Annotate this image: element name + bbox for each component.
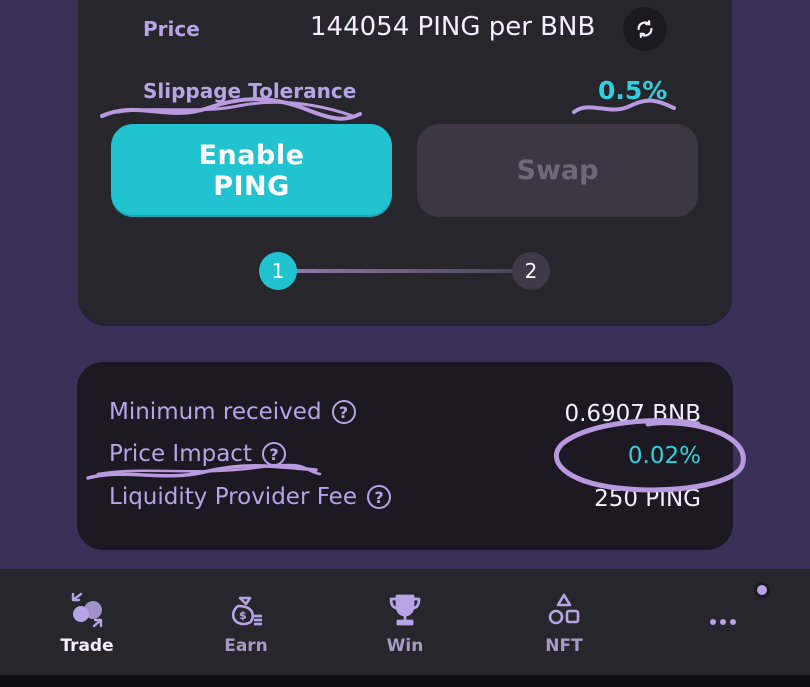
step-1-indicator: 1 [259,252,297,290]
more-icon [703,602,743,642]
scribble-underline-slippage-value [572,98,676,114]
lp-fee-row: Liquidity Provider Fee ? [109,484,391,510]
nav-nft-label: NFT [545,636,583,656]
bottom-strip [0,675,810,687]
scribble-circle-price-impact [554,418,746,493]
nft-icon [544,590,584,630]
step-progress-line [296,269,514,273]
nav-win-label: Win [386,636,424,656]
nav-nft[interactable]: NFT [514,590,614,656]
minimum-received-label: Minimum received [109,399,322,425]
price-label: Price [143,17,200,41]
nav-more[interactable] [673,602,773,642]
scribble-underline-price-impact [86,463,322,480]
earn-icon: $ [226,590,266,630]
nav-earn[interactable]: $ Earn [196,590,296,656]
invert-price-button[interactable] [623,7,667,51]
nav-win[interactable]: Win [355,590,455,656]
trophy-icon [385,590,425,630]
scribble-underline-slippage [100,97,362,121]
nav-trade[interactable]: Trade [37,590,137,656]
enable-ping-button[interactable]: Enable PING [111,124,392,217]
nav-trade-label: Trade [60,636,114,656]
price-value: 144054 PING per BNB [310,12,596,42]
swap-button[interactable]: Swap [417,124,698,217]
svg-text:$: $ [239,609,247,622]
step-2-indicator: 2 [512,252,550,290]
trade-icon [67,590,107,630]
lp-fee-label: Liquidity Provider Fee [109,484,357,510]
help-icon[interactable]: ? [366,485,391,509]
minimum-received-row: Minimum received ? [109,399,356,425]
nav-earn-label: Earn [224,636,268,656]
notification-dot [754,582,770,598]
help-icon[interactable]: ? [331,400,356,424]
refresh-icon [637,20,653,38]
